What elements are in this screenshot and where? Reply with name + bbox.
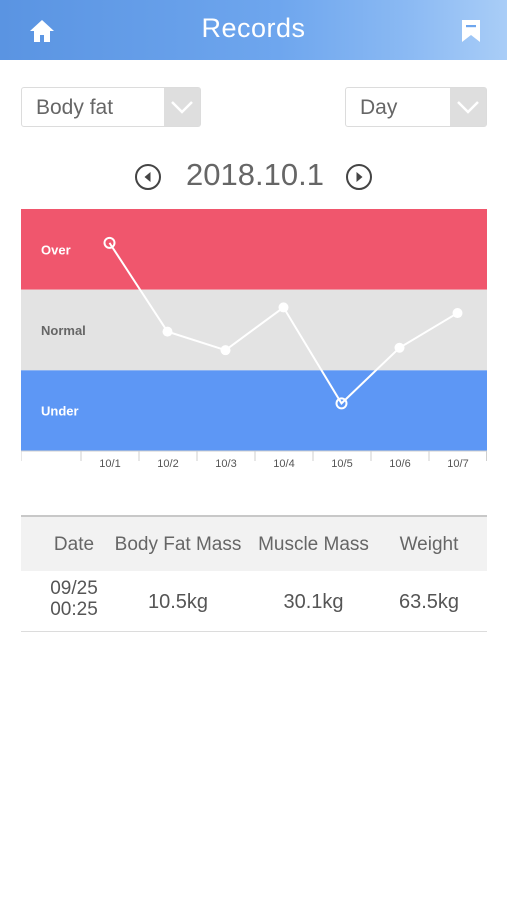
x-tick-label: 10/1 — [99, 458, 120, 470]
column-header-weight: Weight — [399, 534, 459, 555]
period-select[interactable]: Day — [345, 87, 487, 127]
row-muscle-mass: 30.1kg — [283, 591, 344, 613]
row-date: 09/25 00:25 — [29, 578, 119, 620]
band-label-over: Over — [41, 242, 71, 257]
records-table: Date Body Fat Mass Muscle Mass Weight 09… — [21, 515, 487, 632]
period-select-value: Day — [360, 96, 398, 119]
next-date-button[interactable] — [345, 163, 373, 191]
chevron-right-icon — [346, 164, 372, 190]
column-header-muscle-mass: Muscle Mass — [258, 534, 369, 555]
body-fat-chart: Over Normal Under 10/1 10/2 10/3 10/4 10/5 10/6 1… — [21, 209, 487, 479]
previous-date-button[interactable] — [134, 163, 162, 191]
row-body-fat-mass: 10.5kg — [147, 591, 209, 613]
chevron-down-icon — [171, 101, 193, 114]
row-weight: 63.5kg — [398, 591, 460, 613]
date-navigator: 2018.10.1 — [0, 152, 507, 202]
metric-dropdown-arrow[interactable] — [164, 88, 200, 126]
metric-select[interactable]: Body fat — [21, 87, 201, 127]
chart-svg: Over Normal Under 10/1 10/2 10/3 10/4 10/5 10/6 1… — [21, 209, 487, 470]
data-point — [452, 308, 463, 319]
column-header-date: Date — [53, 534, 95, 555]
data-point — [220, 345, 231, 356]
metric-select-value: Body fat — [36, 96, 114, 119]
band-over — [21, 209, 487, 290]
band-label-normal: Normal — [41, 323, 86, 338]
bookmark-button[interactable] — [456, 16, 486, 46]
chevron-down-icon — [457, 101, 479, 114]
band-under — [21, 370, 487, 451]
bookmark-icon — [462, 20, 480, 42]
data-point — [394, 342, 405, 353]
chevron-left-icon — [135, 164, 161, 190]
x-tick-label: 10/7 — [447, 458, 468, 470]
data-point — [162, 326, 173, 337]
x-tick-label: 10/3 — [215, 458, 236, 470]
data-point — [278, 302, 289, 313]
row-date-line1: 09/25 — [50, 578, 98, 599]
x-tick-label: 10/4 — [273, 458, 294, 470]
x-tick-label: 10/2 — [157, 458, 178, 470]
band-label-under: Under — [41, 404, 79, 419]
current-date: 2018.10.1 — [186, 157, 324, 192]
column-header-body-fat-mass: Body Fat Mass — [114, 534, 242, 555]
header-bar: Records — [0, 0, 507, 60]
table-header: Date Body Fat Mass Muscle Mass Weight — [21, 515, 487, 571]
table-row[interactable]: 09/25 00:25 10.5kg 30.1kg 63.5kg — [21, 571, 487, 632]
period-dropdown-arrow[interactable] — [450, 88, 486, 126]
page-title: Records — [201, 13, 306, 43]
row-date-line2: 00:25 — [50, 599, 98, 620]
x-tick-label: 10/5 — [331, 458, 352, 470]
x-tick-label: 10/6 — [389, 458, 410, 470]
